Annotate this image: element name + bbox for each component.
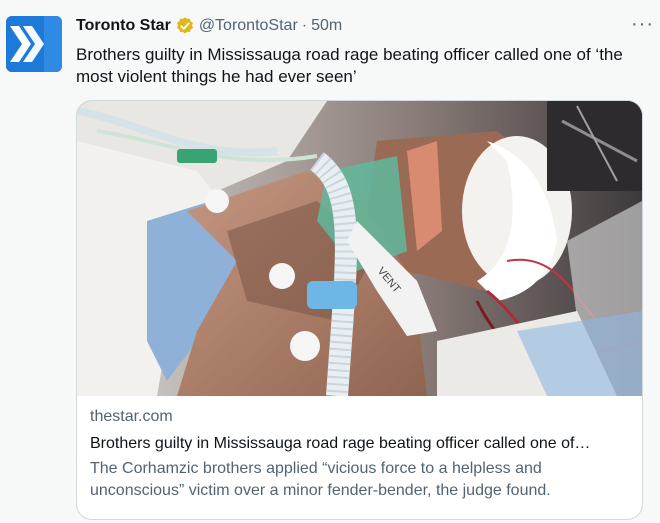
avatar[interactable]: [6, 16, 62, 72]
tweet[interactable]: Toronto Star @TorontoStar · 50m Brothers…: [0, 0, 660, 523]
tweet-timestamp[interactable]: 50m: [311, 17, 342, 35]
tweet-text: Brothers guilty in Mississauga road rage…: [76, 45, 623, 86]
link-card[interactable]: VENT thestar.com Brothers guilty in Miss…: [76, 100, 643, 520]
author-handle[interactable]: @TorontoStar: [199, 17, 298, 35]
card-title[interactable]: Brothers guilty in Mississauga road rage…: [90, 433, 628, 455]
more-options-icon[interactable]: ···: [631, 14, 654, 34]
verified-badge-icon: [175, 16, 195, 36]
card-description: The Corhamzic brothers applied “vicious …: [90, 460, 551, 499]
separator-dot: ·: [301, 17, 308, 34]
card-meta: thestar.com Brothers guilty in Mississau…: [77, 396, 642, 502]
card-photo[interactable]: VENT: [77, 101, 642, 396]
author-name[interactable]: Toronto Star: [76, 17, 171, 35]
tweet-header: Toronto Star @TorontoStar · 50m: [76, 14, 644, 38]
tweet-content: Toronto Star @TorontoStar · 50m Brothers…: [76, 14, 644, 88]
card-domain: thestar.com: [90, 408, 173, 425]
toronto-star-logo-icon: [6, 16, 62, 72]
